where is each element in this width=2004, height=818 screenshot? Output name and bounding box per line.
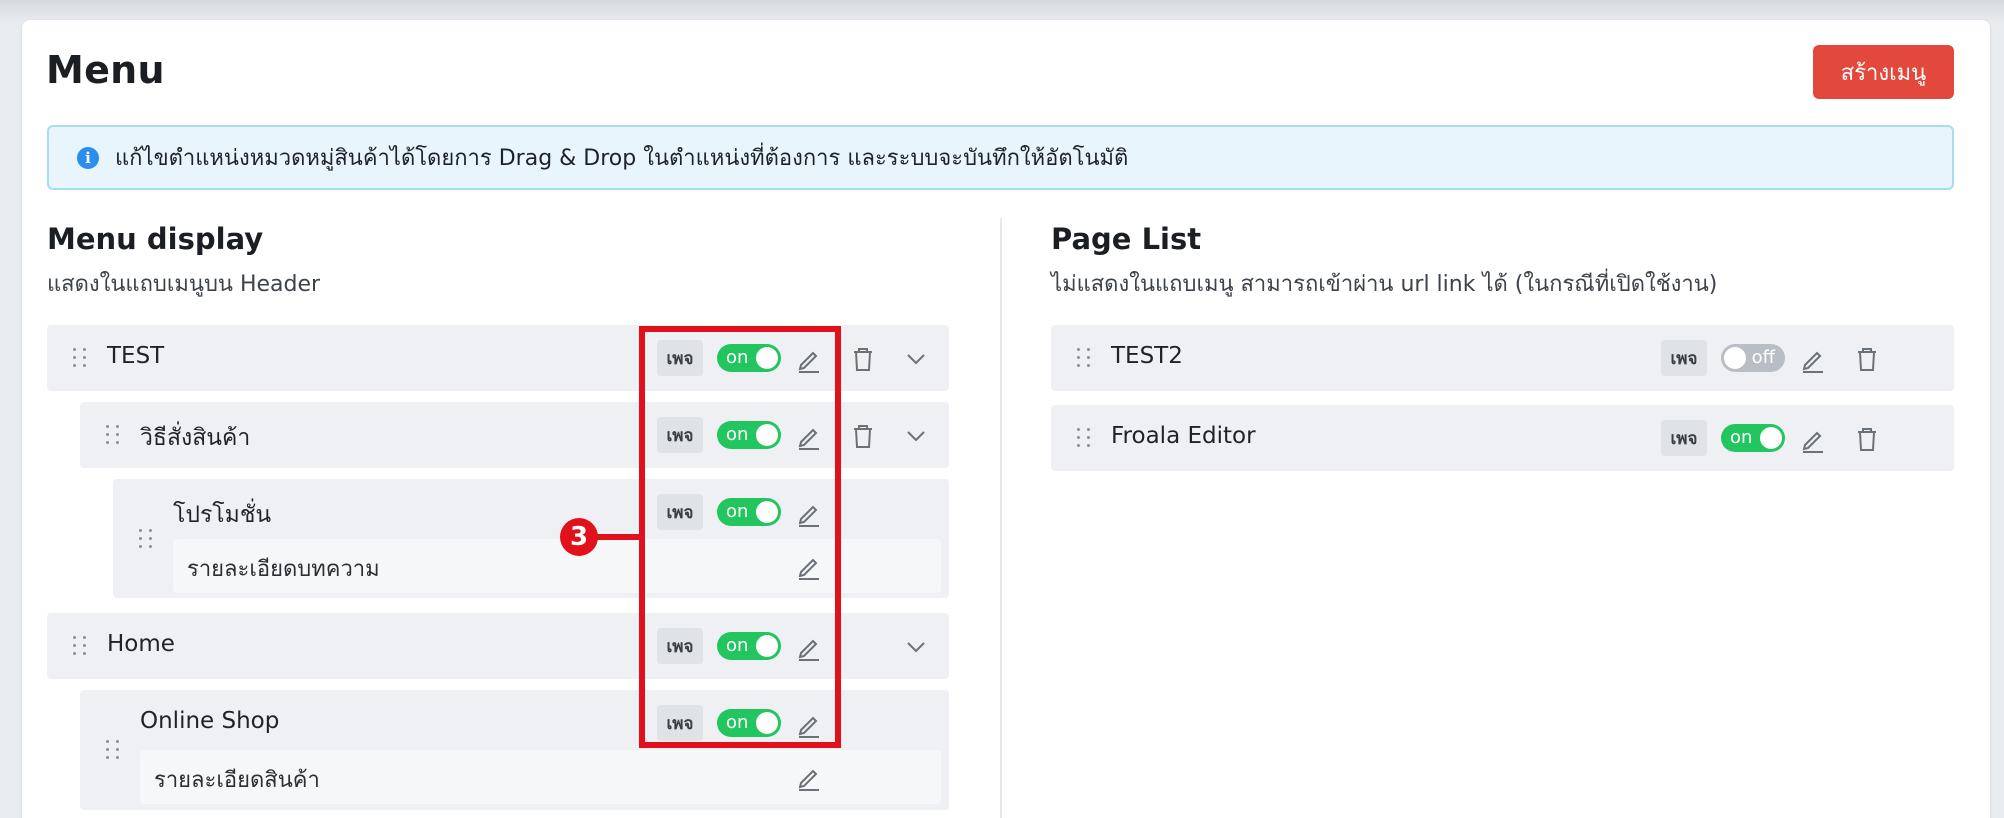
chevron-down-icon[interactable] (902, 633, 930, 661)
annotation-highlight-box (639, 326, 841, 748)
edit-icon[interactable] (1799, 425, 1827, 453)
alert-text: แก้ไขตำแหน่งหมวดหมู่สินค้าได้โดยการ Drag… (115, 146, 1129, 171)
page-item-label: TEST2 (1111, 343, 1183, 369)
drag-handle-icon[interactable] (1077, 348, 1091, 368)
page-list-subtitle: ไม่แสดงในแถบเมนู สามารถเข้าผ่าน url link… (1051, 272, 1718, 297)
info-icon: i (77, 146, 99, 169)
menu-item-label: Home (107, 631, 175, 657)
top-shadow (0, 0, 2004, 22)
annotation-callout-number: 3 (560, 518, 598, 556)
visibility-toggle[interactable]: off (1721, 344, 1785, 372)
annotation-connector (596, 534, 642, 540)
menu-item-label: โปรโมชั่น (173, 502, 272, 528)
create-menu-button[interactable]: สร้างเมนู (1813, 45, 1954, 99)
visibility-toggle[interactable]: on (1721, 424, 1785, 452)
menu-item-label: Online Shop (140, 708, 280, 734)
info-alert: i แก้ไขตำแหน่งหมวดหมู่สินค้าได้โดยการ Dr… (47, 125, 1954, 190)
drag-handle-icon[interactable] (139, 529, 153, 549)
page-title: Menu (46, 48, 165, 92)
menu-item-label: วิธีสั่งสินค้า (140, 425, 251, 451)
column-divider (1000, 218, 1002, 818)
drag-handle-icon[interactable] (73, 348, 87, 368)
sub-page-label: รายละเอียดสินค้า (154, 768, 320, 793)
chevron-down-icon[interactable] (902, 422, 930, 450)
drag-handle-icon[interactable] (1077, 428, 1091, 448)
menu-display-subtitle: แสดงในแถบเมนูบน Header (47, 272, 321, 297)
drag-handle-icon[interactable] (106, 740, 120, 760)
drag-handle-icon[interactable] (106, 425, 120, 445)
sub-page-label: รายละเอียดบทความ (187, 557, 380, 582)
drag-handle-icon[interactable] (73, 636, 87, 656)
edit-icon[interactable] (795, 763, 823, 791)
page-type-badge: เพจ (1661, 420, 1707, 456)
trash-icon[interactable] (1853, 345, 1881, 373)
chevron-down-icon[interactable] (902, 345, 930, 373)
page-type-badge: เพจ (1661, 340, 1707, 376)
page-list-title: Page List (1051, 222, 1202, 256)
menu-display-title: Menu display (47, 222, 264, 256)
trash-icon[interactable] (849, 422, 877, 450)
trash-icon[interactable] (849, 345, 877, 373)
edit-icon[interactable] (1799, 345, 1827, 373)
page-item-label: Froala Editor (1111, 423, 1256, 449)
trash-icon[interactable] (1853, 425, 1881, 453)
menu-item-label: TEST (107, 343, 165, 369)
